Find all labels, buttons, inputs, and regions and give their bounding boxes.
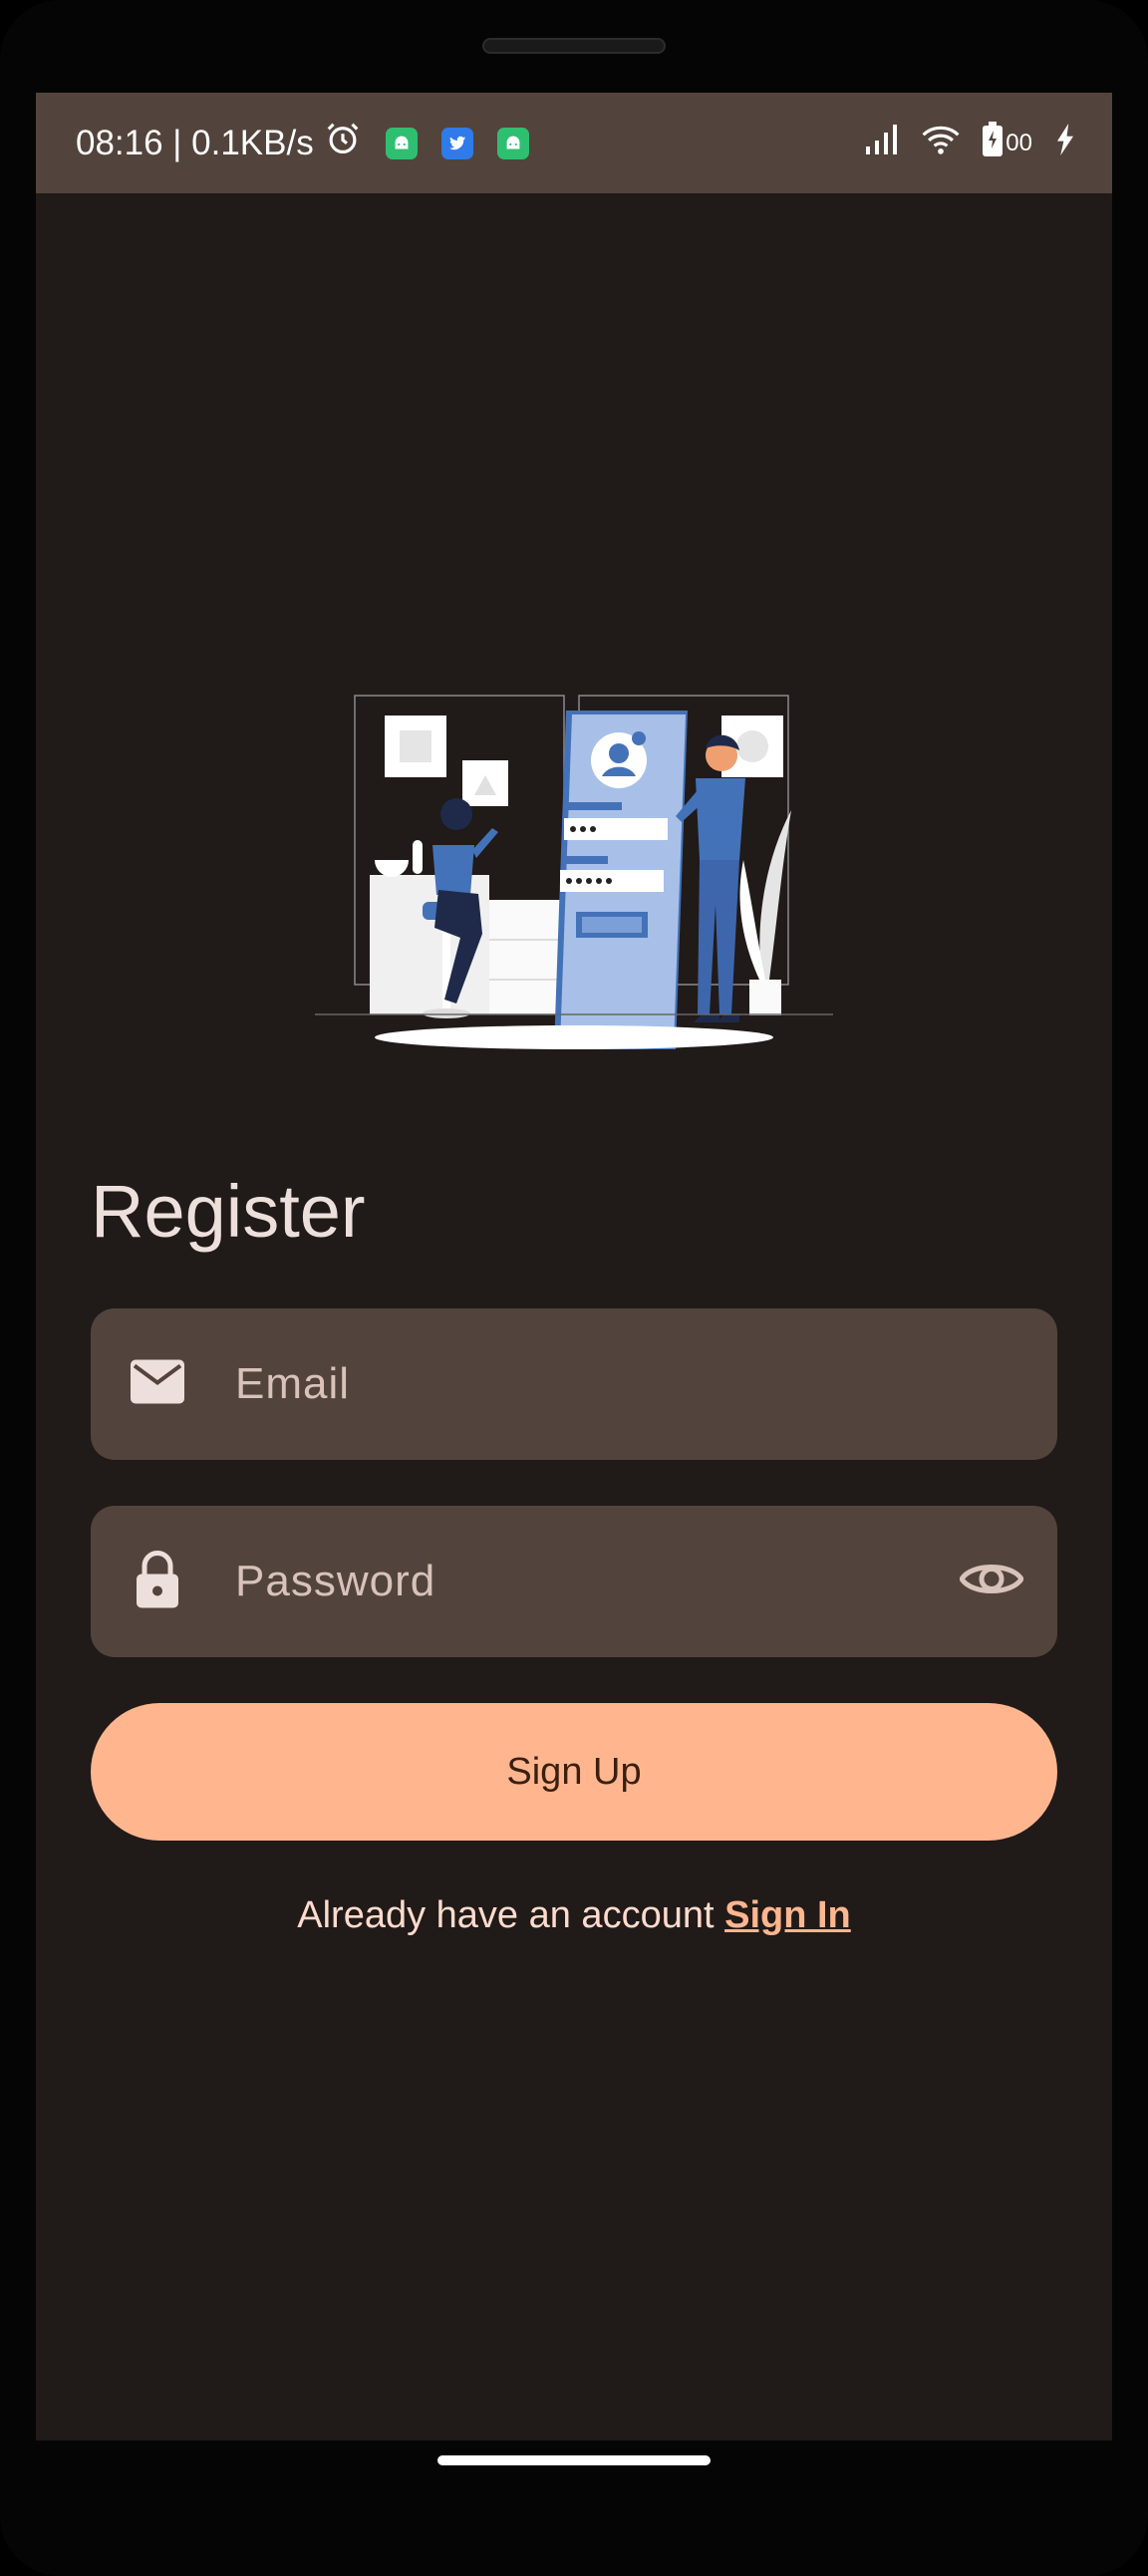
sign-up-button[interactable]: Sign Up [91,1703,1057,1841]
status-time-speed: 08:16 | 0.1KB/s [76,123,314,162]
signal-icon [864,123,900,163]
battery-level: 00 [1005,129,1032,156]
password-field[interactable]: Password [91,1506,1057,1657]
wifi-icon [922,124,960,162]
battery-icon [982,122,1004,164]
status-bar: 08:16 | 0.1KB/s 00 [36,93,1112,193]
email-placeholder: Email [235,1359,351,1408]
app-screen: 08:16 | 0.1KB/s 00 Register Email Passwo… [36,93,1112,2440]
already-have-account: Already have an account Sign In [36,1894,1112,1937]
sign-in-link[interactable]: Sign In [724,1894,851,1936]
register-illustration [315,681,833,1084]
android-app-icon [496,127,529,159]
earpiece-speaker [482,38,666,54]
show-password-icon[interactable] [959,1558,1024,1606]
phone-frame: 08:16 | 0.1KB/s 00 Register Email Passwo… [0,0,1148,2576]
mail-icon [129,1358,186,1411]
twitter-icon [440,127,473,159]
already-text: Already have an account [297,1894,715,1936]
battery-indicator: 00 [982,122,1032,164]
password-placeholder: Password [235,1557,436,1605]
android-app-icon [385,127,418,159]
home-indicator[interactable] [437,2455,711,2465]
page-title: Register [91,1170,366,1253]
status-left: 08:16 | 0.1KB/s [76,93,529,193]
status-right: 00 [864,93,1076,193]
lock-icon [129,1549,186,1615]
charging-icon [1054,124,1076,162]
alarm-icon [324,120,362,166]
email-field[interactable]: Email [91,1308,1057,1460]
